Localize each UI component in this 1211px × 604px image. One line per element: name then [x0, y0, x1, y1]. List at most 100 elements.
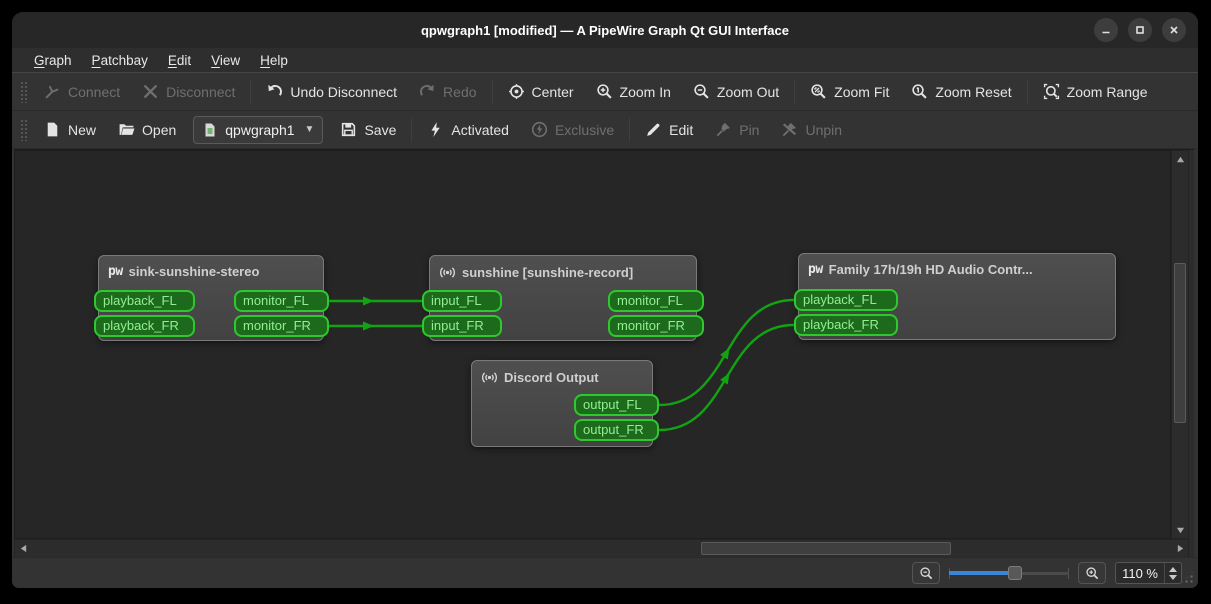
zoom-out-icon [919, 566, 932, 579]
menu-patchbay[interactable]: Patchbay [82, 50, 158, 71]
scroll-down-icon [1176, 527, 1184, 533]
toolbar-separator [1026, 79, 1028, 104]
pipewire-icon: pw [808, 262, 823, 277]
window-title: qpwgraph1 [modified] — A PipeWire Graph … [420, 22, 789, 38]
spin-down-icon[interactable] [1169, 574, 1177, 580]
zoom-range-icon [1043, 83, 1059, 100]
scroll-up-button[interactable] [1172, 151, 1188, 167]
port-output[interactable]: monitor_FR [234, 315, 329, 337]
pin-icon [716, 122, 731, 137]
minimize-icon [1102, 31, 1110, 34]
node-title: sink-sunshine-stereo [128, 264, 260, 279]
zoom-value: 110 % [1122, 565, 1158, 581]
slider-fill [949, 571, 1016, 575]
zoom-out-icon [694, 84, 709, 99]
new-file-icon [47, 122, 58, 137]
graph-canvas[interactable]: pw sink-sunshine-stereo playback_FL play… [14, 150, 1171, 539]
center-button[interactable]: Center [497, 77, 585, 107]
unpin-icon [783, 122, 797, 137]
toolbar-separator [629, 117, 631, 142]
port-output[interactable]: monitor_FL [608, 290, 704, 312]
wire-arrow [720, 372, 730, 385]
port-input[interactable]: playback_FR [794, 314, 898, 336]
slider-handle[interactable] [1008, 566, 1023, 580]
zoom-fit-icon [811, 84, 826, 99]
scroll-down-button[interactable] [1172, 522, 1188, 538]
zoom-range-button[interactable]: Zoom Range [1032, 77, 1159, 107]
node-title: Family 17h/19h HD Audio Contr... [828, 262, 1033, 277]
open-folder-icon [119, 124, 135, 135]
zoom-in-icon [596, 84, 612, 99]
toolbar-separator [250, 79, 252, 104]
vertical-scrollbar[interactable] [1171, 150, 1189, 539]
save-icon [342, 122, 356, 137]
patchbay-selector[interactable]: qpwgraph1 ▼ [193, 115, 324, 144]
media-app-icon [440, 267, 455, 278]
scroll-left-button[interactable] [15, 540, 31, 557]
menu-view[interactable]: View [201, 50, 250, 71]
port-output[interactable]: output_FR [574, 419, 659, 441]
statusbar: 110 % [12, 557, 1198, 588]
center-icon [508, 84, 524, 99]
vertical-scroll-thumb[interactable] [1174, 263, 1186, 423]
menu-graph[interactable]: Graph [24, 50, 82, 71]
titlebar[interactable]: qpwgraph1 [modified] — A PipeWire Graph … [12, 12, 1198, 48]
toolbar-patchbay: New Open qpwgraph1 ▼ Save Activated Excl… [12, 111, 1198, 149]
pipewire-icon: pw [108, 264, 123, 279]
activated-button[interactable]: Activated [416, 115, 520, 145]
scroll-left-icon [20, 544, 26, 553]
connect-button: Connect [33, 77, 131, 107]
menu-help[interactable]: Help [250, 50, 298, 71]
port-output[interactable]: output_FL [574, 394, 659, 416]
toolbar-drag-handle[interactable] [20, 118, 27, 141]
scroll-right-button[interactable] [1172, 540, 1188, 557]
toolbar-separator [491, 79, 493, 104]
window-controls [1094, 18, 1186, 42]
zoom-in-button-status[interactable] [1078, 562, 1107, 584]
connect-icon [45, 85, 59, 99]
node-title: sunshine [sunshine-record] [462, 265, 634, 280]
undo-disconnect-button[interactable]: Undo Disconnect [255, 77, 408, 107]
menu-edit[interactable]: Edit [158, 50, 201, 71]
zoom-reset-icon [912, 84, 928, 99]
port-input[interactable]: playback_FL [94, 290, 195, 312]
port-input[interactable]: input_FL [422, 290, 502, 312]
port-output[interactable]: monitor_FR [608, 315, 704, 337]
toolbar-drag-handle[interactable] [20, 80, 27, 103]
graph-view: pw sink-sunshine-stereo playback_FL play… [14, 149, 1194, 558]
zoom-out-button-status[interactable] [912, 562, 941, 584]
redo-button: Redo [408, 77, 487, 107]
toolbar-separator [411, 117, 413, 142]
open-button[interactable]: Open [107, 115, 187, 145]
port-output[interactable]: monitor_FL [234, 290, 329, 312]
close-button[interactable] [1162, 18, 1186, 42]
horizontal-scroll-thumb[interactable] [701, 542, 951, 555]
port-input[interactable]: playback_FR [94, 315, 195, 337]
exclusive-button: Exclusive [520, 115, 625, 145]
wire-arrow [363, 296, 374, 306]
spin-up-icon[interactable] [1169, 566, 1177, 572]
zoom-slider[interactable] [949, 564, 1070, 582]
disconnect-icon [144, 85, 158, 98]
zoom-out-button[interactable]: Zoom Out [682, 77, 790, 107]
zoom-fit-button[interactable]: Zoom Fit [799, 77, 900, 107]
port-input[interactable]: input_FR [422, 315, 502, 337]
minimize-button[interactable] [1094, 18, 1118, 42]
menubar: Graph Patchbay Edit View Help [12, 48, 1198, 73]
exclusive-bolt-icon [531, 121, 548, 138]
edit-button[interactable]: Edit [634, 115, 704, 145]
toolbar-separator [794, 79, 796, 104]
disconnect-button: Disconnect [131, 77, 246, 107]
zoom-reset-button[interactable]: Zoom Reset [900, 77, 1022, 107]
edit-pencil-icon [647, 123, 660, 136]
maximize-button[interactable] [1128, 18, 1152, 42]
zoom-in-icon [1085, 566, 1098, 579]
save-button[interactable]: Save [329, 115, 407, 145]
port-input[interactable]: playback_FL [794, 289, 898, 311]
horizontal-scrollbar[interactable] [14, 539, 1189, 558]
zoom-in-button[interactable]: Zoom In [585, 77, 682, 107]
maximize-icon [1136, 26, 1144, 34]
connection-wires [329, 296, 795, 432]
new-button[interactable]: New [33, 115, 107, 145]
zoom-spinbox[interactable]: 110 % [1115, 562, 1182, 584]
